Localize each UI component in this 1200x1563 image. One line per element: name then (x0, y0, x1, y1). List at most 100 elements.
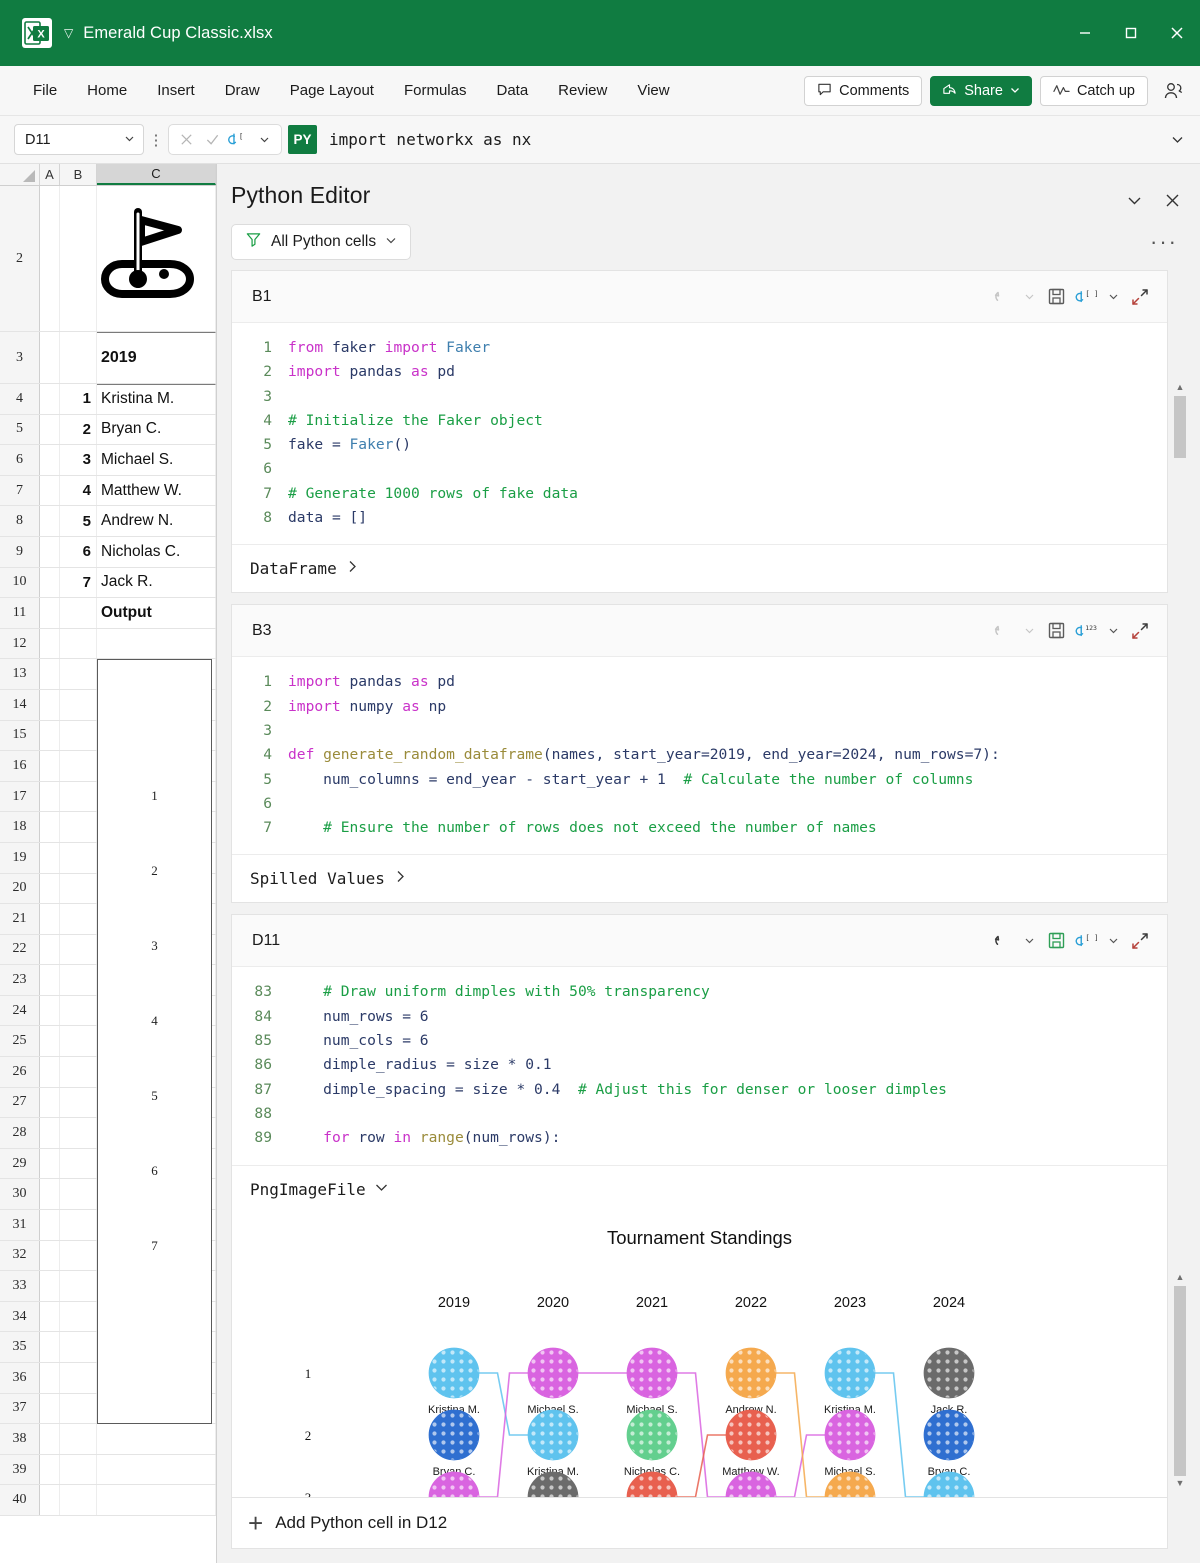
cell-B29[interactable] (60, 1149, 97, 1179)
column-header-c[interactable]: C (97, 164, 216, 185)
cell-C25[interactable] (97, 1026, 216, 1056)
cell-B31[interactable] (60, 1210, 97, 1240)
cancel-x-icon[interactable] (174, 128, 198, 152)
cell-A29[interactable] (40, 1149, 60, 1179)
chevron-down-icon[interactable] (374, 1180, 389, 1199)
cell-C13[interactable] (97, 659, 216, 689)
cell-A35[interactable] (40, 1332, 60, 1362)
scroll-up-arrow-icon[interactable]: ▲ (1174, 380, 1186, 394)
python-cell-filter-button[interactable]: All Python cells (231, 224, 411, 260)
grid-row[interactable]: 107Jack R. (0, 568, 216, 599)
python-code-block[interactable]: 1from faker import Faker2import pandas a… (232, 323, 1167, 544)
row-header-32[interactable]: 32 (0, 1241, 40, 1271)
cell-A30[interactable] (40, 1179, 60, 1209)
ribbon-tab-view[interactable]: View (622, 76, 684, 105)
undo-icon[interactable] (987, 926, 1017, 956)
ribbon-tab-formulas[interactable]: Formulas (389, 76, 482, 105)
output-type-icon[interactable]: 123 (1075, 616, 1101, 646)
row-header-4[interactable]: 4 (0, 384, 40, 414)
row-header-19[interactable]: 19 (0, 843, 40, 873)
grid-row[interactable]: 14 (0, 690, 216, 721)
cell-A21[interactable] (40, 904, 60, 934)
row-header-28[interactable]: 28 (0, 1118, 40, 1148)
cell-A13[interactable] (40, 659, 60, 689)
name-box[interactable]: D11 (14, 124, 144, 155)
cell-C12[interactable] (97, 629, 216, 659)
grid-row[interactable]: 31 (0, 1210, 216, 1241)
cell-A26[interactable] (40, 1057, 60, 1087)
row-header-13[interactable]: 13 (0, 659, 40, 689)
grid-row[interactable]: 24 (0, 996, 216, 1027)
grid-row[interactable]: 85Andrew N. (0, 506, 216, 537)
cell-B9[interactable]: 6 (60, 537, 97, 567)
cell-C36[interactable] (97, 1363, 216, 1393)
row-header-18[interactable]: 18 (0, 812, 40, 842)
grid-row[interactable]: 22 (0, 935, 216, 966)
save-icon[interactable] (1041, 282, 1071, 312)
cell-C38[interactable] (97, 1424, 216, 1454)
cell-B37[interactable] (60, 1394, 97, 1424)
cell-A6[interactable] (40, 445, 60, 475)
chevron-right-icon[interactable] (345, 559, 360, 578)
grid-row[interactable]: 41Kristina M. (0, 384, 216, 415)
undo-icon[interactable] (987, 282, 1017, 312)
row-header-25[interactable]: 25 (0, 1026, 40, 1056)
grid-row[interactable]: 35 (0, 1332, 216, 1363)
row-header-29[interactable]: 29 (0, 1149, 40, 1179)
cell-C39[interactable] (97, 1455, 216, 1485)
scroll-up-arrow-icon-2[interactable]: ▲ (1174, 1270, 1186, 1284)
cell-A24[interactable] (40, 996, 60, 1026)
cell-C20[interactable] (97, 874, 216, 904)
cell-A37[interactable] (40, 1394, 60, 1424)
cell-B21[interactable] (60, 904, 97, 934)
cell-C37[interactable] (97, 1394, 216, 1424)
output-type-dropdown-icon[interactable] (1105, 926, 1121, 956)
cell-B40[interactable] (60, 1485, 97, 1515)
cell-A34[interactable] (40, 1302, 60, 1332)
cell-B17[interactable] (60, 782, 97, 812)
formula-bar-overflow-icon[interactable]: ⋮ (144, 131, 168, 149)
grid-row[interactable]: 18 (0, 812, 216, 843)
cell-A14[interactable] (40, 690, 60, 720)
cell-A12[interactable] (40, 629, 60, 659)
cell-A39[interactable] (40, 1455, 60, 1485)
minimize-button[interactable] (1062, 0, 1108, 66)
cell-A17[interactable] (40, 782, 60, 812)
cell-C5[interactable]: Bryan C. (97, 415, 216, 445)
row-header-3[interactable]: 3 (0, 332, 40, 383)
cell-C7[interactable]: Matthew W. (97, 476, 216, 506)
cell-B39[interactable] (60, 1455, 97, 1485)
grid-row[interactable]: 40 (0, 1485, 216, 1516)
row-header-27[interactable]: 27 (0, 1088, 40, 1118)
close-icon[interactable] (1160, 188, 1184, 212)
cell-B27[interactable] (60, 1088, 97, 1118)
cell-C21[interactable] (97, 904, 216, 934)
cell-C14[interactable] (97, 690, 216, 720)
cell-B33[interactable] (60, 1271, 97, 1301)
ribbon-tab-page-layout[interactable]: Page Layout (275, 76, 389, 105)
row-header-24[interactable]: 24 (0, 996, 40, 1026)
grid-row[interactable]: 29 (0, 1149, 216, 1180)
chevron-right-icon[interactable] (393, 869, 408, 888)
row-header-39[interactable]: 39 (0, 1455, 40, 1485)
expand-icon[interactable] (1125, 616, 1155, 646)
cell-A9[interactable] (40, 537, 60, 567)
cell-C27[interactable] (97, 1088, 216, 1118)
grid-row[interactable]: 26 (0, 1057, 216, 1088)
close-button[interactable] (1154, 0, 1200, 66)
row-header-10[interactable]: 10 (0, 568, 40, 598)
cell-B16[interactable] (60, 751, 97, 781)
cell-B18[interactable] (60, 812, 97, 842)
grid-row[interactable]: 16 (0, 751, 216, 782)
cell-C8[interactable]: Andrew N. (97, 506, 216, 536)
cell-A40[interactable] (40, 1485, 60, 1515)
row-header-7[interactable]: 7 (0, 476, 40, 506)
grid-row[interactable]: 19 (0, 843, 216, 874)
cell-B28[interactable] (60, 1118, 97, 1148)
cell-B10[interactable]: 7 (60, 568, 97, 598)
scrollbar-thumb-bottom[interactable] (1174, 1286, 1186, 1476)
cell-A31[interactable] (40, 1210, 60, 1240)
python-code-block[interactable]: 83 # Draw uniform dimples with 50% trans… (232, 967, 1167, 1164)
cell-B38[interactable] (60, 1424, 97, 1454)
cell-B22[interactable] (60, 935, 97, 965)
